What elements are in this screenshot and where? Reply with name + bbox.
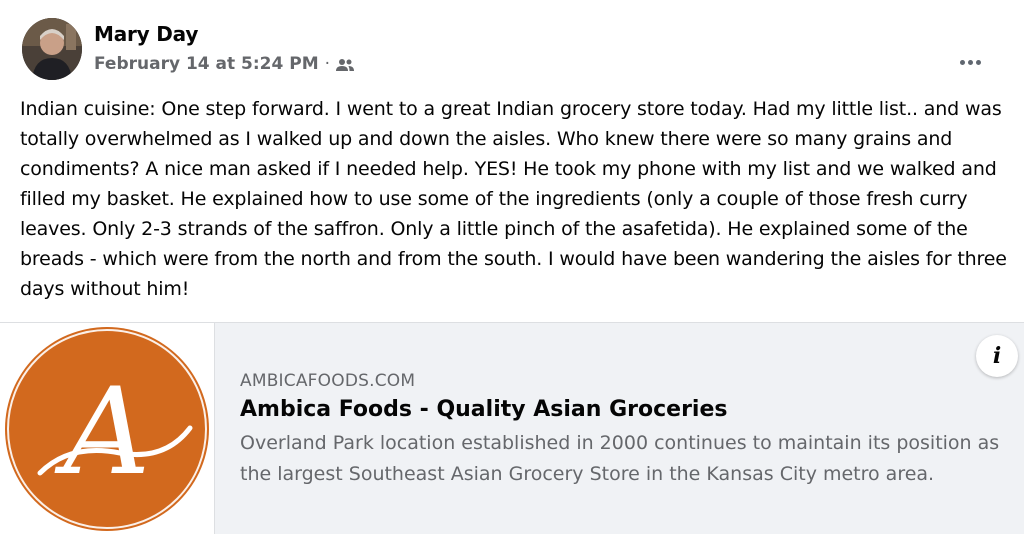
author-name[interactable]: Mary Day	[94, 22, 198, 46]
info-icon[interactable]: i	[976, 335, 1018, 377]
link-preview-card[interactable]: A AMBICAFOODS.COM Ambica Foods - Quality…	[0, 322, 1024, 534]
link-info[interactable]: AMBICAFOODS.COM Ambica Foods - Quality A…	[240, 371, 1010, 490]
meta-separator: ·	[324, 54, 331, 74]
post-header: Mary Day February 14 at 5:24 PM ·	[22, 18, 1002, 82]
post-card: Mary Day February 14 at 5:24 PM · Indian…	[0, 0, 1024, 534]
link-title[interactable]: Ambica Foods - Quality Asian Groceries	[240, 397, 1010, 422]
post-meta: February 14 at 5:24 PM ·	[94, 54, 355, 74]
friends-icon[interactable]	[336, 57, 355, 71]
ambica-logo: A	[5, 327, 209, 531]
post-text: Indian cuisine: One step forward. I went…	[20, 98, 1007, 300]
link-description: Overland Park location established in 20…	[240, 432, 1000, 485]
author-avatar[interactable]	[22, 18, 82, 80]
link-thumbnail: A	[0, 323, 215, 534]
more-options-icon[interactable]	[954, 50, 986, 74]
post-date[interactable]: February 14 at 5:24 PM	[94, 54, 319, 74]
logo-letter: A	[54, 363, 151, 502]
link-domain: AMBICAFOODS.COM	[240, 371, 416, 391]
